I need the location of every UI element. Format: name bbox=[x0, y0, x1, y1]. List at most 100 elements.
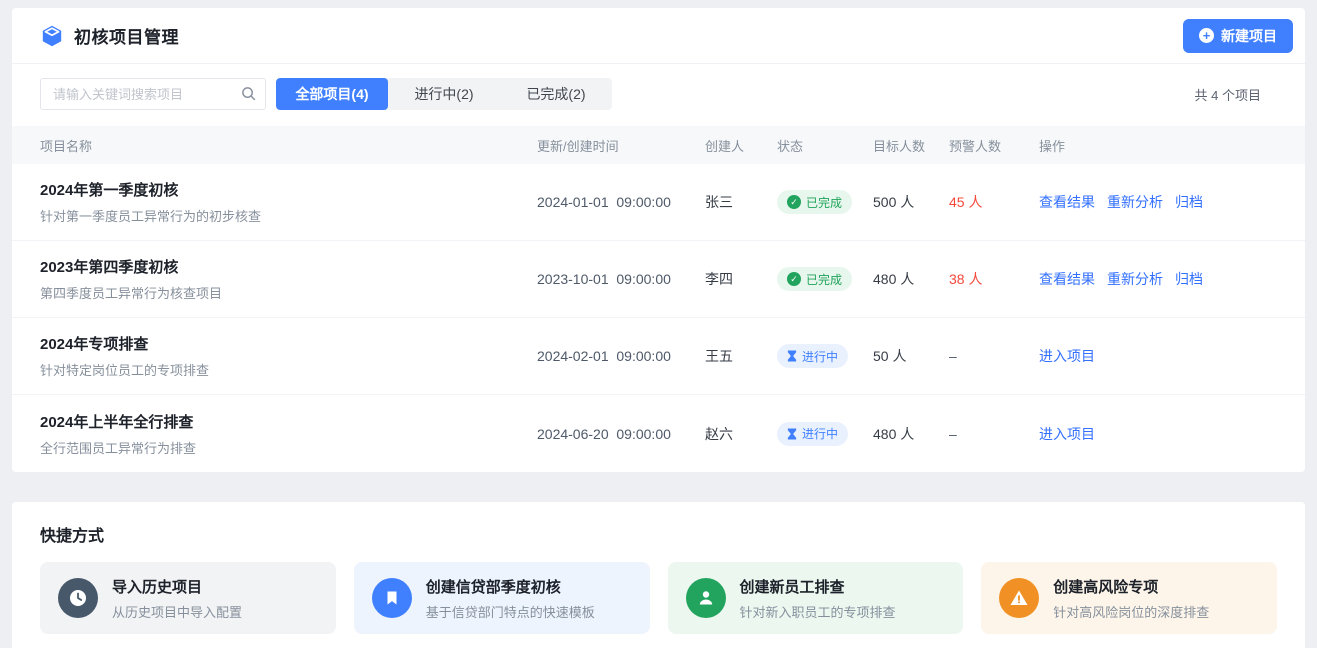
tab-0[interactable]: 全部项目(4) bbox=[276, 78, 388, 110]
action-link[interactable]: 查看结果 bbox=[1039, 269, 1095, 289]
shortcut-description: 从历史项目中导入配置 bbox=[112, 602, 242, 621]
status-badge: ✓ 进行中 bbox=[777, 422, 848, 446]
search-input[interactable] bbox=[40, 78, 266, 110]
shortcut-card[interactable]: 创建信贷部季度初核 基于信贷部门特点的快速模板 bbox=[354, 562, 650, 634]
shortcut-texts: 导入历史项目 从历史项目中导入配置 bbox=[112, 576, 242, 621]
project-description: 全行范围员工异常行为排查 bbox=[40, 438, 537, 457]
target-count-cell: 500 人 bbox=[873, 192, 949, 212]
shortcut-texts: 创建新员工排查 针对新入职员工的专项排查 bbox=[740, 576, 896, 621]
status-label: 已完成 bbox=[806, 194, 842, 211]
shortcut-title: 创建高风险专项 bbox=[1053, 576, 1209, 597]
new-project-button[interactable]: + 新建项目 bbox=[1183, 19, 1293, 53]
table-header: 项目名称更新/创建时间创建人状态目标人数预警人数操作 bbox=[12, 126, 1305, 164]
shortcut-icon-circle bbox=[58, 578, 98, 618]
target-count-cell: 480 人 bbox=[873, 269, 949, 289]
table-row: 2024年专项排查 针对特定岗位员工的专项排查 2024-02-01 09:00… bbox=[12, 318, 1305, 395]
status-badge: ✓ 已完成 bbox=[777, 190, 852, 214]
tab-1[interactable]: 进行中(2) bbox=[388, 78, 500, 110]
target-count-cell: 50 人 bbox=[873, 346, 949, 366]
project-description: 针对第一季度员工异常行为的初步核查 bbox=[40, 206, 537, 225]
shortcut-title: 创建信贷部季度初核 bbox=[426, 576, 595, 597]
project-name-cell: 2024年第一季度初核 针对第一季度员工异常行为的初步核查 bbox=[40, 179, 537, 225]
table-row: 2023年第四季度初核 第四季度员工异常行为核查项目 2023-10-01 09… bbox=[12, 241, 1305, 318]
shortcut-icon-circle bbox=[372, 578, 412, 618]
action-link[interactable]: 进入项目 bbox=[1039, 424, 1095, 444]
status-cell: ✓ 已完成 bbox=[777, 190, 873, 214]
warning-count: – bbox=[949, 348, 1039, 364]
row-actions: 查看结果重新分析归档 bbox=[1039, 269, 1277, 289]
table-body: 2024年第一季度初核 针对第一季度员工异常行为的初步核查 2024-01-01… bbox=[12, 164, 1305, 472]
creator-cell: 赵六 bbox=[705, 424, 777, 444]
row-actions: 进入项目 bbox=[1039, 424, 1277, 444]
table-row: 2024年第一季度初核 针对第一季度员工异常行为的初步核查 2024-01-01… bbox=[12, 164, 1305, 241]
update-time-cell: 2023-10-01 09:00:00 bbox=[537, 271, 705, 287]
column-header: 预警人数 bbox=[949, 136, 1039, 155]
creator-cell: 王五 bbox=[705, 346, 777, 366]
project-name-cell: 2024年专项排查 针对特定岗位员工的专项排查 bbox=[40, 333, 537, 379]
check-circle-icon: ✓ bbox=[787, 272, 801, 286]
status-label: 进行中 bbox=[802, 425, 838, 442]
update-time-cell: 2024-02-01 09:00:00 bbox=[537, 348, 705, 364]
shortcut-card[interactable]: 导入历史项目 从历史项目中导入配置 bbox=[40, 562, 336, 634]
column-header: 状态 bbox=[777, 136, 873, 155]
column-header: 项目名称 bbox=[40, 136, 537, 155]
clock-icon bbox=[68, 588, 88, 608]
column-header: 目标人数 bbox=[873, 136, 949, 155]
status-cell: ✓ 进行中 bbox=[777, 422, 873, 446]
warning-count: 38 人 bbox=[949, 269, 1039, 289]
table-row: 2024年上半年全行排查 全行范围员工异常行为排查 2024-06-20 09:… bbox=[12, 395, 1305, 472]
update-time-cell: 2024-01-01 09:00:00 bbox=[537, 194, 705, 210]
warning-icon bbox=[1009, 588, 1029, 608]
page-title: 初核项目管理 bbox=[74, 23, 179, 48]
hourglass-icon bbox=[787, 428, 797, 440]
tab-2[interactable]: 已完成(2) bbox=[500, 78, 612, 110]
plus-circle-icon: + bbox=[1199, 28, 1214, 43]
action-link[interactable]: 重新分析 bbox=[1107, 269, 1163, 289]
action-link[interactable]: 查看结果 bbox=[1039, 192, 1095, 212]
shortcuts-title: 快捷方式 bbox=[40, 522, 1277, 546]
status-cell: ✓ 已完成 bbox=[777, 267, 873, 291]
search-icon[interactable] bbox=[241, 86, 256, 101]
shortcut-texts: 创建高风险专项 针对高风险岗位的深度排查 bbox=[1053, 576, 1209, 621]
project-name-cell: 2023年第四季度初核 第四季度员工异常行为核查项目 bbox=[40, 256, 537, 302]
warning-count: – bbox=[949, 426, 1039, 442]
project-description: 第四季度员工异常行为核查项目 bbox=[40, 283, 537, 302]
column-header: 操作 bbox=[1039, 136, 1277, 155]
project-name-cell: 2024年上半年全行排查 全行范围员工异常行为排查 bbox=[40, 411, 537, 457]
warning-count: 45 人 bbox=[949, 192, 1039, 212]
shortcut-card[interactable]: 创建新员工排查 针对新入职员工的专项排查 bbox=[668, 562, 964, 634]
shortcut-texts: 创建信贷部季度初核 基于信贷部门特点的快速模板 bbox=[426, 576, 595, 621]
action-link[interactable]: 归档 bbox=[1175, 192, 1203, 212]
shortcut-icon-circle bbox=[999, 578, 1039, 618]
project-name: 2024年专项排查 bbox=[40, 333, 537, 354]
project-description: 针对特定岗位员工的专项排查 bbox=[40, 360, 537, 379]
status-badge: ✓ 已完成 bbox=[777, 267, 852, 291]
main-panel: 初核项目管理 + 新建项目 全部项目(4)进行中(2)已完成(2) 共 4 个项… bbox=[12, 8, 1305, 472]
status-badge: ✓ 进行中 bbox=[777, 344, 848, 368]
status-label: 进行中 bbox=[802, 348, 838, 365]
column-header: 更新/创建时间 bbox=[537, 136, 705, 155]
status-label: 已完成 bbox=[806, 271, 842, 288]
bookmark-icon bbox=[382, 588, 402, 608]
target-count-cell: 480 人 bbox=[873, 424, 949, 444]
action-link[interactable]: 归档 bbox=[1175, 269, 1203, 289]
shortcut-card[interactable]: 创建高风险专项 针对高风险岗位的深度排查 bbox=[981, 562, 1277, 634]
status-cell: ✓ 进行中 bbox=[777, 344, 873, 368]
new-project-button-label: 新建项目 bbox=[1221, 26, 1277, 46]
check-circle-icon: ✓ bbox=[787, 195, 801, 209]
shortcut-title: 创建新员工排查 bbox=[740, 576, 896, 597]
shortcut-description: 基于信贷部门特点的快速模板 bbox=[426, 602, 595, 621]
total-count: 共 4 个项目 bbox=[1195, 85, 1277, 104]
hourglass-icon bbox=[787, 350, 797, 362]
action-link[interactable]: 重新分析 bbox=[1107, 192, 1163, 212]
row-actions: 进入项目 bbox=[1039, 346, 1277, 366]
shortcut-title: 导入历史项目 bbox=[112, 576, 242, 597]
action-link[interactable]: 进入项目 bbox=[1039, 346, 1095, 366]
page-header: 初核项目管理 + 新建项目 bbox=[12, 8, 1305, 64]
creator-cell: 李四 bbox=[705, 269, 777, 289]
project-name: 2023年第四季度初核 bbox=[40, 256, 537, 277]
shortcut-description: 针对新入职员工的专项排查 bbox=[740, 602, 896, 621]
search-box bbox=[40, 78, 266, 110]
shortcuts-grid: 导入历史项目 从历史项目中导入配置 创建信贷部季度初核 bbox=[40, 562, 1277, 634]
shortcut-icon-circle bbox=[686, 578, 726, 618]
